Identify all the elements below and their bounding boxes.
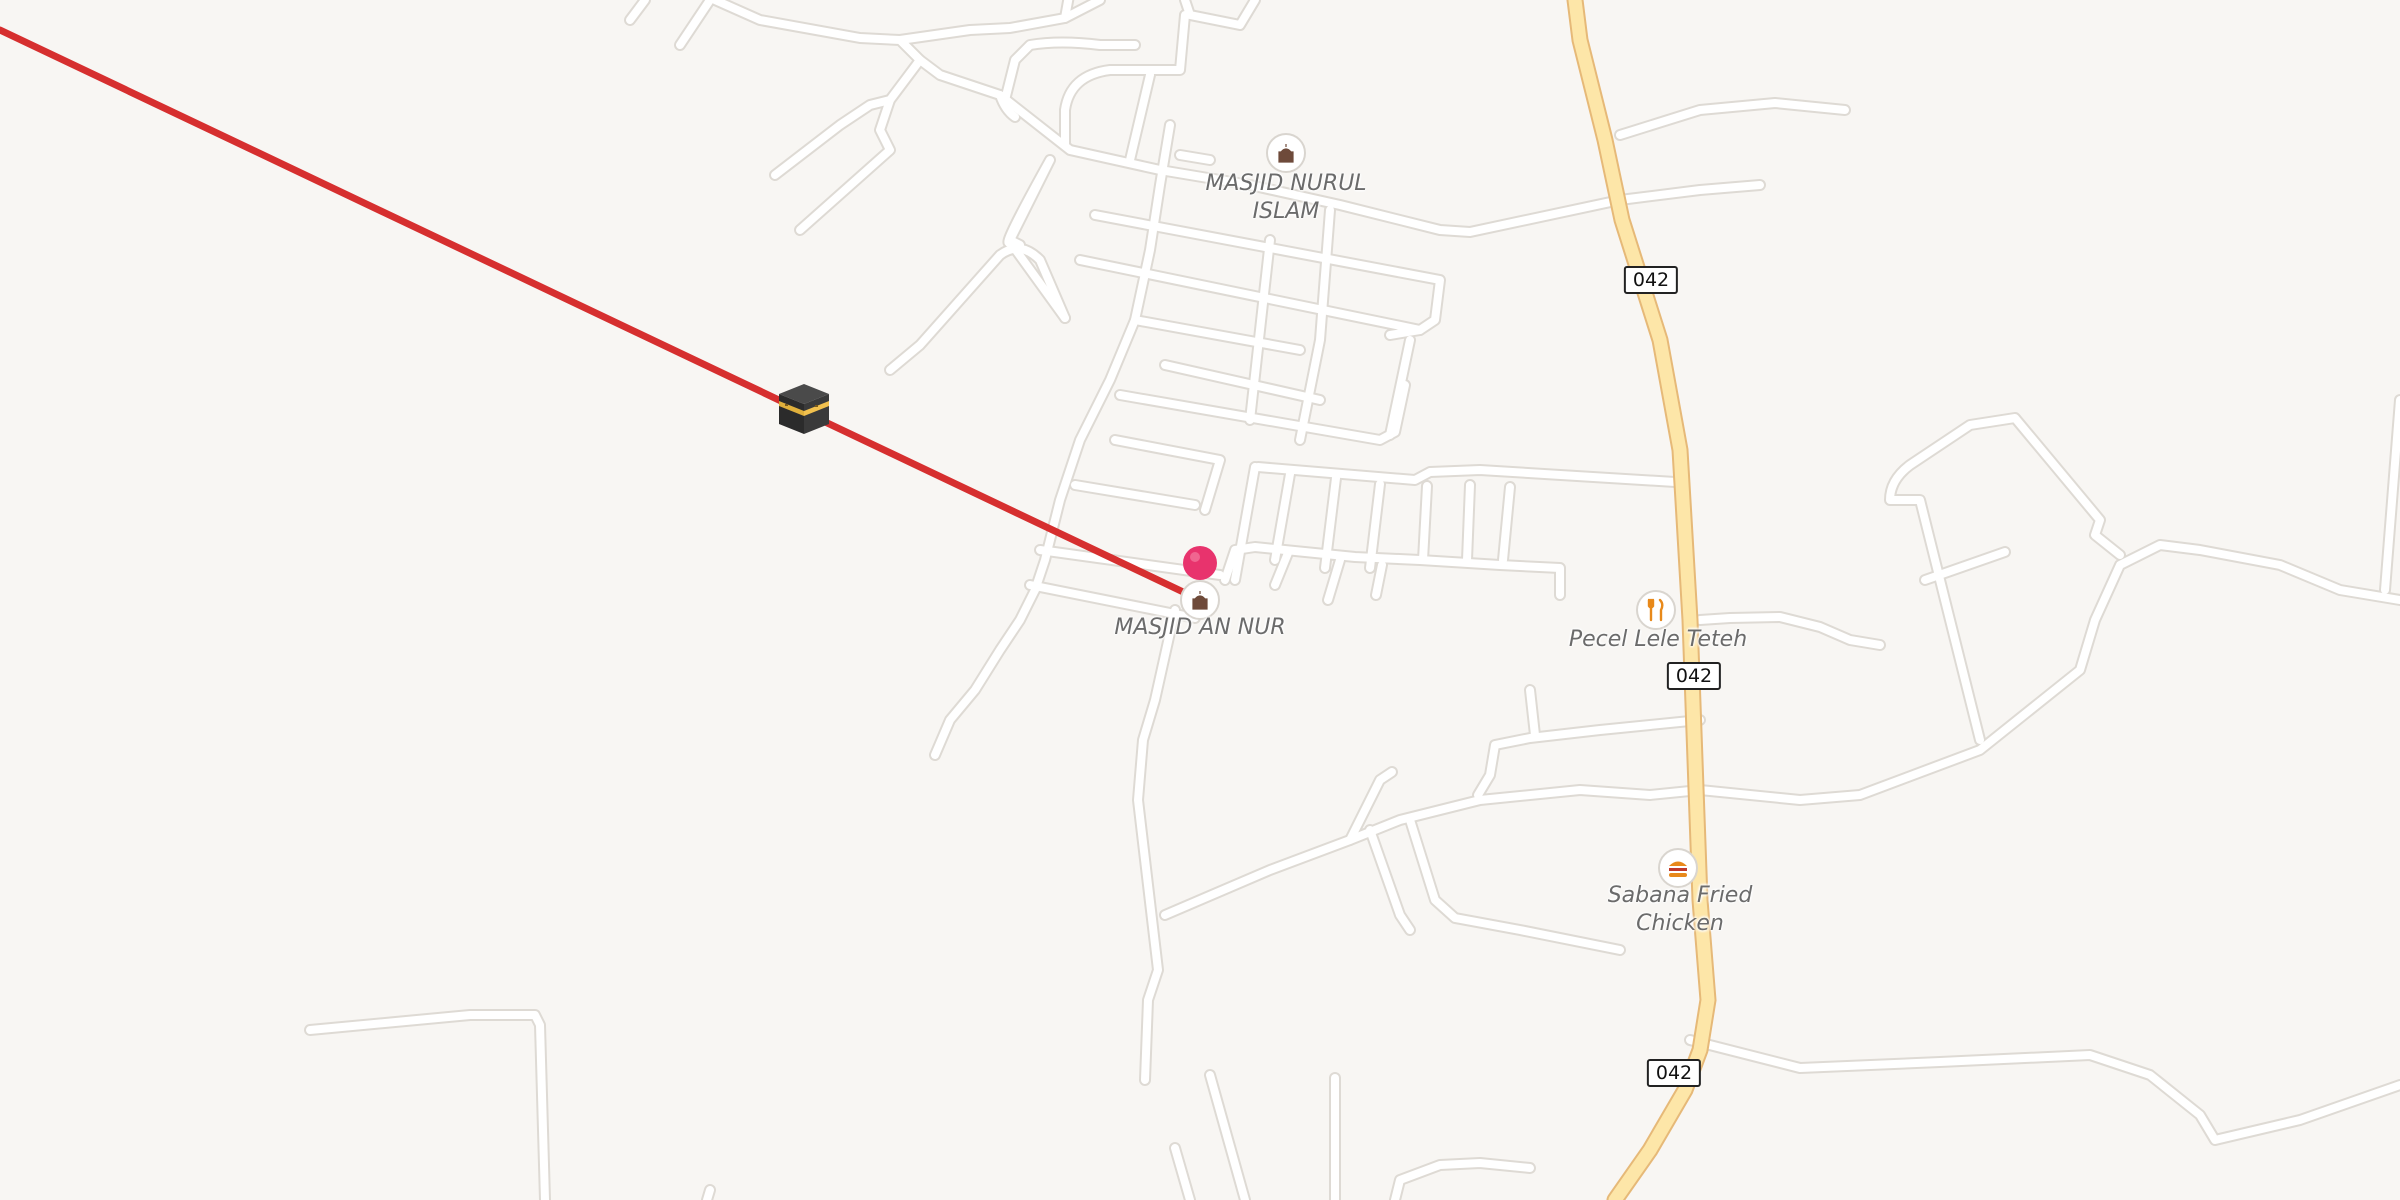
fork-knife-icon[interactable] xyxy=(1636,590,1676,630)
road-shield: 042 xyxy=(1666,662,1722,690)
road-shield: 042 xyxy=(1646,1059,1702,1087)
kaaba-icon xyxy=(775,380,833,440)
map-canvas[interactable]: MASJID AN NUR MASJID NURUL ISLAM Pecel L… xyxy=(0,0,2400,1200)
location-pin[interactable] xyxy=(1181,544,1219,586)
poi-label-pecel-lele-teteh: Pecel Lele Teteh xyxy=(1568,627,1748,652)
road-shield: 042 xyxy=(1623,266,1679,294)
poi-label-sabana-fried-chicken: Sabana Fried Chicken xyxy=(1607,883,1753,936)
poi-label-masjid-an-nur: MASJID AN NUR xyxy=(1114,615,1286,640)
mosque-icon[interactable] xyxy=(1266,133,1306,173)
poi-label-masjid-nurul-islam: MASJID NURUL ISLAM xyxy=(1205,171,1367,224)
